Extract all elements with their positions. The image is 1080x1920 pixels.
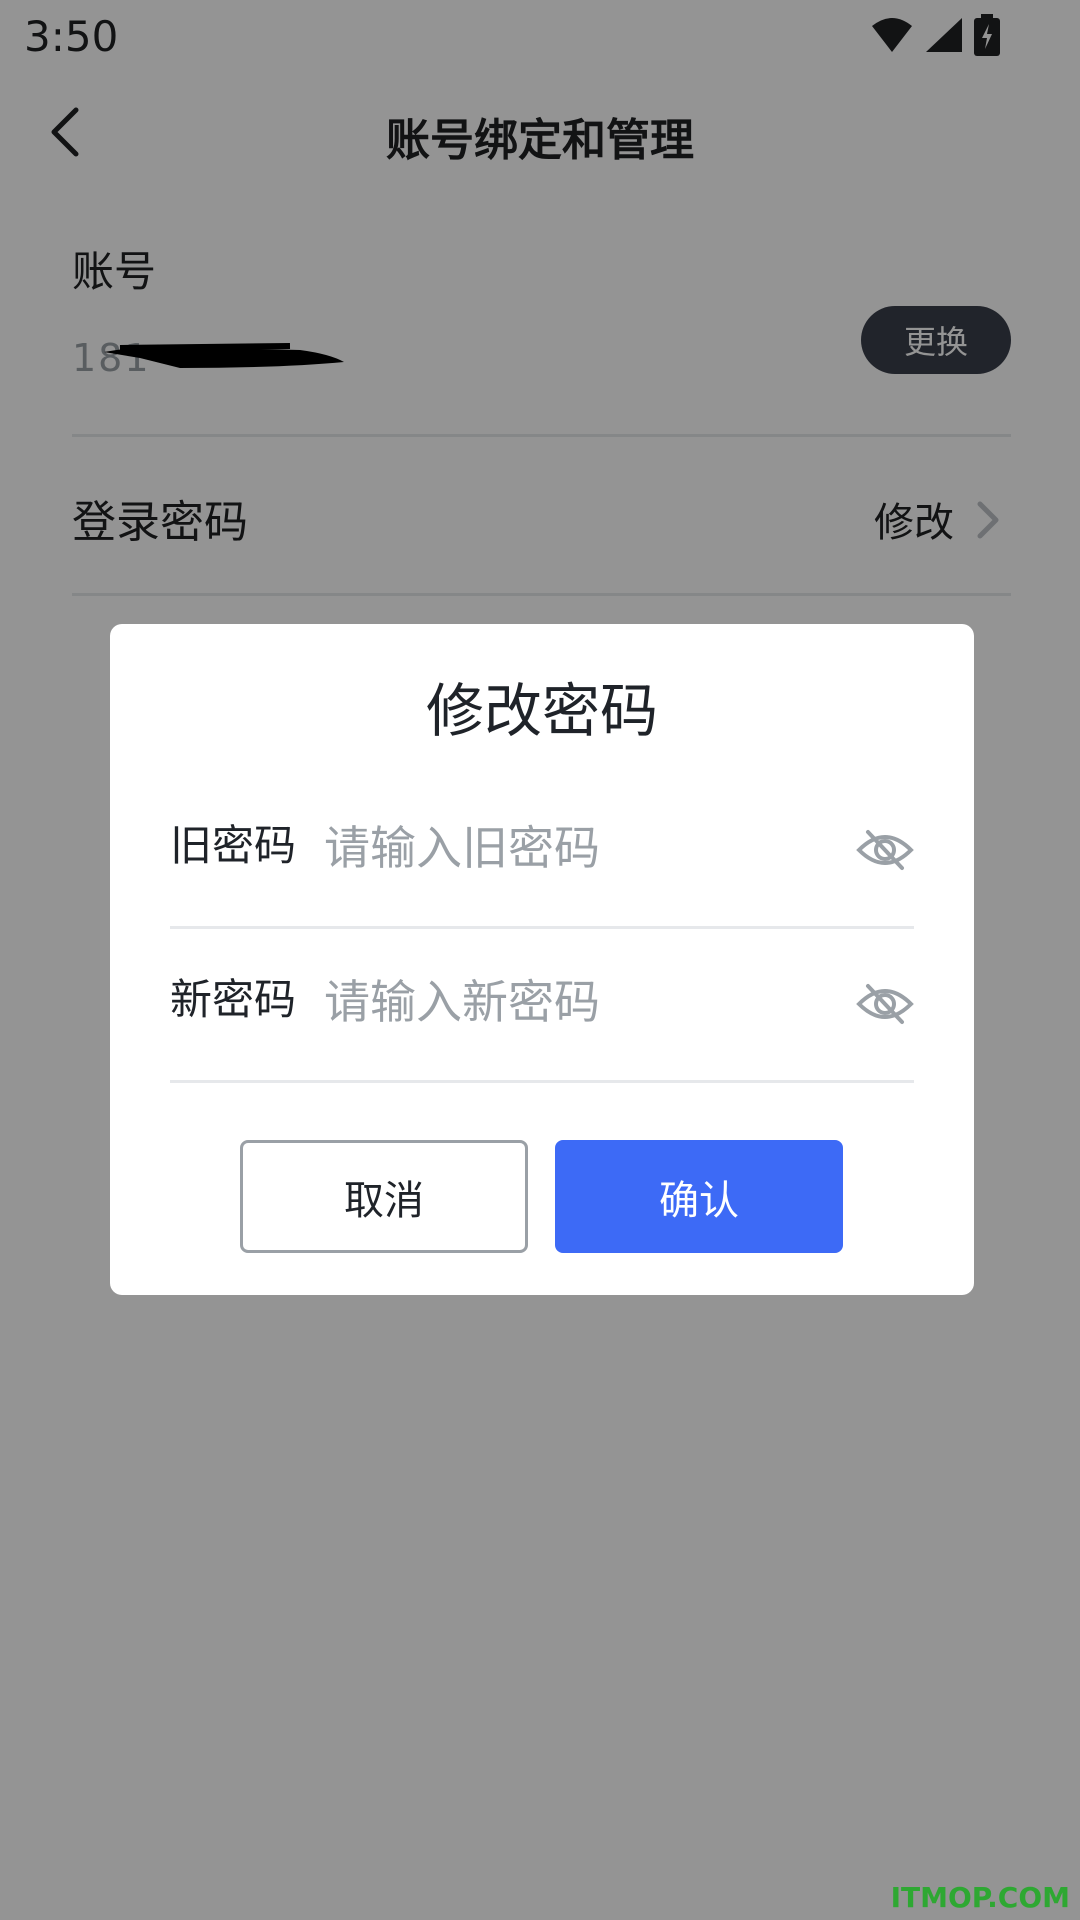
- dialog-title: 修改密码: [425, 677, 658, 745]
- confirm-button[interactable]: 确认: [555, 1140, 843, 1253]
- new-password-input[interactable]: [324, 962, 764, 1042]
- new-password-underline: [170, 1080, 914, 1083]
- eye-hidden-icon[interactable]: [856, 826, 914, 874]
- new-password-label: 新密码: [170, 975, 297, 1024]
- old-password-label: 旧密码: [170, 821, 297, 870]
- old-password-underline: [170, 926, 914, 929]
- eye-hidden-icon[interactable]: [856, 980, 914, 1028]
- cancel-button[interactable]: 取消: [240, 1140, 528, 1253]
- watermark: ITMOP.COM: [890, 1881, 1070, 1914]
- change-password-dialog: 修改密码 旧密码 新密码 取消 确认: [110, 624, 974, 1295]
- old-password-input[interactable]: [324, 808, 764, 888]
